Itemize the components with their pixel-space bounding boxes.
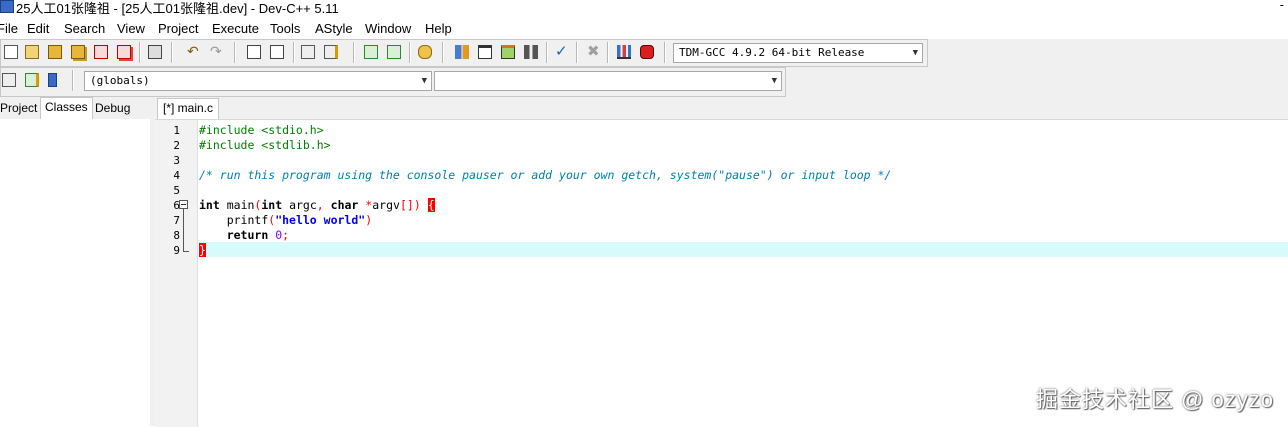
minimize-button[interactable]: - <box>1280 0 1284 12</box>
line-number: 8 <box>173 229 180 242</box>
line-number-gutter: 1 2 3 4 5 6 7 8 9 <box>155 120 198 427</box>
menu-edit[interactable]: Edit <box>27 21 49 36</box>
code-area[interactable]: #include <stdio.h> #include <stdlib.h> /… <box>199 120 1288 427</box>
code-token: int <box>261 198 283 212</box>
code-editor[interactable]: 1 2 3 4 5 6 7 8 9 #include <stdio.h> #in… <box>155 119 1288 427</box>
current-line-highlight <box>199 242 1288 257</box>
line-number: 1 <box>173 124 180 137</box>
menu-astyle[interactable]: AStyle <box>315 21 353 36</box>
menu-tools[interactable]: Tools <box>270 21 300 36</box>
watermark: 掘金技术社区 @ ozyzo <box>1035 387 1274 412</box>
code-line: int main(int argc, char *argv[]) { <box>199 198 435 213</box>
window-title: 25人工01张隆祖 - [25人工01张隆祖.dev] - Dev-C++ 5.… <box>16 1 339 16</box>
menu-execute[interactable]: Execute <box>212 21 259 36</box>
menu-view[interactable]: View <box>117 21 145 36</box>
code-token: argv <box>372 198 400 212</box>
matched-brace: { <box>427 198 435 212</box>
fold-end <box>183 251 189 252</box>
line-number: 7 <box>173 214 180 227</box>
code-token: ] <box>406 198 414 212</box>
line-number: 4 <box>173 169 180 182</box>
code-line: printf("hello world") <box>199 213 372 228</box>
code-token: ) <box>365 213 373 227</box>
code-text: #include <stdlib.h> <box>199 138 331 152</box>
code-token: ; <box>282 228 290 242</box>
editor-tabs: [*] main.c <box>155 97 1288 119</box>
fold-line <box>183 209 184 251</box>
code-token: , <box>316 198 324 212</box>
matched-brace: } <box>199 243 206 257</box>
code-line: /* run this program using the console pa… <box>199 168 891 183</box>
tab-main-c[interactable]: [*] main.c <box>157 98 220 119</box>
code-token: "hello world" <box>275 213 366 227</box>
tab-debug[interactable]: Debug <box>91 99 134 119</box>
code-token: [ <box>399 198 407 212</box>
line-number: 5 <box>173 184 180 197</box>
line-number: 2 <box>173 139 180 152</box>
code-line: } <box>199 243 206 258</box>
code-token: argc <box>289 198 317 212</box>
code-line: #include <stdio.h> <box>199 123 324 138</box>
code-text: /* run this program using the console pa… <box>199 168 892 182</box>
left-panel-tabs: Project Classes Debug <box>0 97 155 119</box>
code-text: #include <stdio.h> <box>199 123 324 137</box>
code-token: printf <box>226 213 269 227</box>
code-token: main <box>226 198 255 212</box>
code-token: ) <box>413 198 421 212</box>
code-line: return 0; <box>199 228 289 243</box>
menu-search[interactable]: Search <box>64 21 105 36</box>
toolbar-frame <box>0 67 786 97</box>
code-line: #include <stdlib.h> <box>199 138 331 153</box>
title-bar: 25人工01张隆祖 - [25人工01张隆祖.dev] - Dev-C++ 5.… <box>0 0 1288 16</box>
app-icon <box>0 0 14 13</box>
tab-project[interactable]: Project <box>0 99 41 119</box>
line-number: 9 <box>173 244 180 257</box>
tab-classes[interactable]: Classes <box>40 97 93 119</box>
menu-file[interactable]: File <box>0 21 18 36</box>
class-browser-panel[interactable] <box>0 119 151 426</box>
menu-window[interactable]: Window <box>365 21 411 36</box>
code-token: int <box>199 198 220 212</box>
line-number: 3 <box>173 154 180 167</box>
menu-project[interactable]: Project <box>158 21 198 36</box>
toolbar-frame <box>0 39 928 67</box>
menu-bar: File Edit Search View Project Execute To… <box>0 18 1288 40</box>
code-token: char <box>330 198 359 212</box>
fold-toggle-icon[interactable] <box>179 200 188 209</box>
menu-help[interactable]: Help <box>425 21 452 36</box>
line-number: 6 <box>173 199 180 212</box>
code-token: return <box>226 228 269 242</box>
